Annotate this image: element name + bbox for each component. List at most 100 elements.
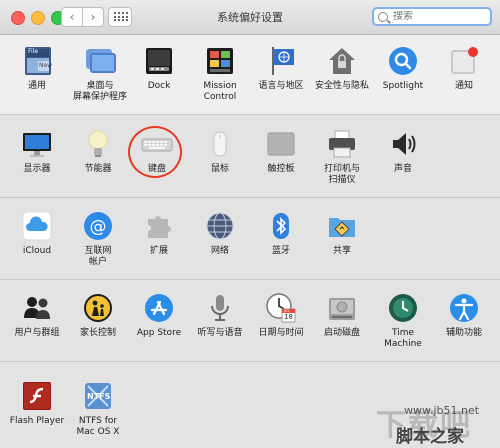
pane-bluetooth[interactable]: 蓝牙 [250, 210, 312, 257]
flash-player-icon [21, 380, 53, 412]
pane-label: 用户与群组 [14, 328, 60, 338]
watermark-slogan: 脚本之家 [396, 427, 464, 447]
pane-parental-controls[interactable]: 家长控制 [67, 292, 129, 339]
pane-label: 共享 [332, 246, 351, 256]
pane-security[interactable]: 安全性与隐私 [311, 45, 373, 92]
back-button[interactable]: ‹ [61, 7, 83, 27]
pane-network[interactable]: 网络 [189, 210, 251, 257]
ntfs-icon: NTFS [82, 380, 114, 412]
search-icon [378, 11, 388, 22]
pane-flash-player[interactable]: Flash Player [6, 380, 68, 427]
pane-label: Time Machine [384, 328, 422, 349]
pane-label: 家长控制 [79, 328, 116, 338]
grid-icon [114, 12, 128, 22]
trackpad-icon [265, 128, 297, 160]
pane-label: 听写与语音 [197, 328, 243, 338]
pane-label: 鼠标 [210, 164, 229, 174]
language-flag-icon [265, 45, 297, 77]
pane-label: 显示器 [23, 164, 51, 174]
house-lock-icon [326, 45, 358, 77]
pane-general[interactable]: File New 通用 [6, 45, 68, 92]
pane-ntfs[interactable]: NTFS NTFS for Mac OS X [67, 380, 129, 438]
pane-label: Dock [147, 81, 171, 91]
search-field[interactable] [372, 7, 492, 26]
pane-users-groups[interactable]: 用户与群组 [6, 292, 68, 339]
pane-notifications[interactable]: 通知 [433, 45, 495, 92]
pane-desktop[interactable]: 桌面与 屏幕保护程序 [69, 45, 131, 103]
pane-label: 辅助功能 [445, 328, 482, 338]
highlight-circle [128, 126, 182, 178]
pane-label: 启动磁盘 [323, 328, 360, 338]
dock-icon [143, 45, 175, 77]
puzzle-piece-icon [143, 210, 175, 242]
sharing-folder-icon [326, 210, 358, 242]
close-button[interactable] [11, 11, 25, 25]
display-icon [21, 128, 53, 160]
lightbulb-icon [82, 128, 114, 160]
pane-startup-disk[interactable]: 启动磁盘 [311, 292, 373, 339]
clock-calendar-icon: JUL 18 [265, 292, 297, 324]
pane-displays[interactable]: 显示器 [6, 128, 68, 175]
pane-mission-control[interactable]: Mission Control [189, 45, 251, 103]
mission-control-icon [204, 45, 236, 77]
at-sign-icon: @ [82, 210, 114, 242]
users-icon [21, 292, 53, 324]
pane-language[interactable]: 语言与地区 [250, 45, 312, 92]
pane-label: Mission Control [203, 81, 237, 102]
parental-controls-icon [82, 292, 114, 324]
title-bar: ‹ › 系统偏好设置 [0, 0, 500, 35]
general-icon-file-text: File [28, 48, 39, 55]
pane-spotlight[interactable]: Spotlight [372, 45, 434, 92]
pane-label: 通知 [454, 81, 473, 91]
pane-sound[interactable]: 声音 [372, 128, 434, 175]
spotlight-icon [387, 45, 419, 77]
chevron-right-icon: › [90, 10, 96, 24]
mouse-icon [204, 128, 236, 160]
pane-trackpad[interactable]: 触控板 [250, 128, 312, 175]
pane-label: 蓝牙 [271, 246, 290, 256]
pane-label: 扩展 [149, 246, 168, 256]
pane-internet-accounts[interactable]: @ 互联网 帐户 [67, 210, 129, 268]
accessibility-icon [448, 292, 480, 324]
pane-printers[interactable]: 打印机与 扫描仪 [311, 128, 373, 186]
hard-disk-icon [326, 292, 358, 324]
ntfs-icon-text: NTFS [87, 392, 111, 401]
chevron-left-icon: ‹ [69, 10, 75, 24]
pane-dictation[interactable]: 听写与语音 [189, 292, 251, 339]
pane-label: iCloud [22, 246, 52, 256]
notifications-icon [448, 45, 480, 77]
search-input[interactable] [393, 11, 483, 22]
pane-label: NTFS for Mac OS X [76, 416, 120, 437]
time-machine-icon [387, 292, 419, 324]
window-title: 系统偏好设置 [217, 11, 283, 24]
forward-button[interactable]: › [82, 7, 104, 27]
pane-app-store[interactable]: App Store [128, 292, 190, 339]
general-icon-new-text: New [39, 62, 53, 69]
pane-label: 声音 [393, 164, 412, 174]
pane-time-machine[interactable]: Time Machine [372, 292, 434, 350]
pane-mouse[interactable]: 鼠标 [189, 128, 251, 175]
pane-label: 节能器 [84, 164, 112, 174]
show-all-button[interactable] [108, 7, 132, 27]
pane-icloud[interactable]: iCloud [6, 210, 68, 257]
calendar-day-text: 18 [284, 313, 293, 321]
pane-label: 语言与地区 [258, 81, 304, 91]
microphone-icon [204, 292, 236, 324]
pane-extensions[interactable]: 扩展 [128, 210, 190, 257]
pane-label: App Store [136, 328, 182, 338]
minimize-button[interactable] [31, 11, 45, 25]
pane-dock[interactable]: Dock [128, 45, 190, 92]
pane-energy-saver[interactable]: 节能器 [67, 128, 129, 175]
pane-label: 安全性与隐私 [314, 81, 369, 91]
desktop-icon [84, 45, 116, 77]
pane-accessibility[interactable]: 辅助功能 [433, 292, 495, 339]
pane-label: Spotlight [382, 81, 424, 91]
speaker-icon [387, 128, 419, 160]
pane-label: 打印机与 扫描仪 [323, 164, 360, 185]
bluetooth-icon [265, 210, 297, 242]
pane-date-time[interactable]: JUL 18 日期与时间 [250, 292, 312, 339]
pane-sharing[interactable]: 共享 [311, 210, 373, 257]
pane-label: 网络 [210, 246, 229, 256]
pane-label: Flash Player [9, 416, 65, 426]
app-store-icon [143, 292, 175, 324]
